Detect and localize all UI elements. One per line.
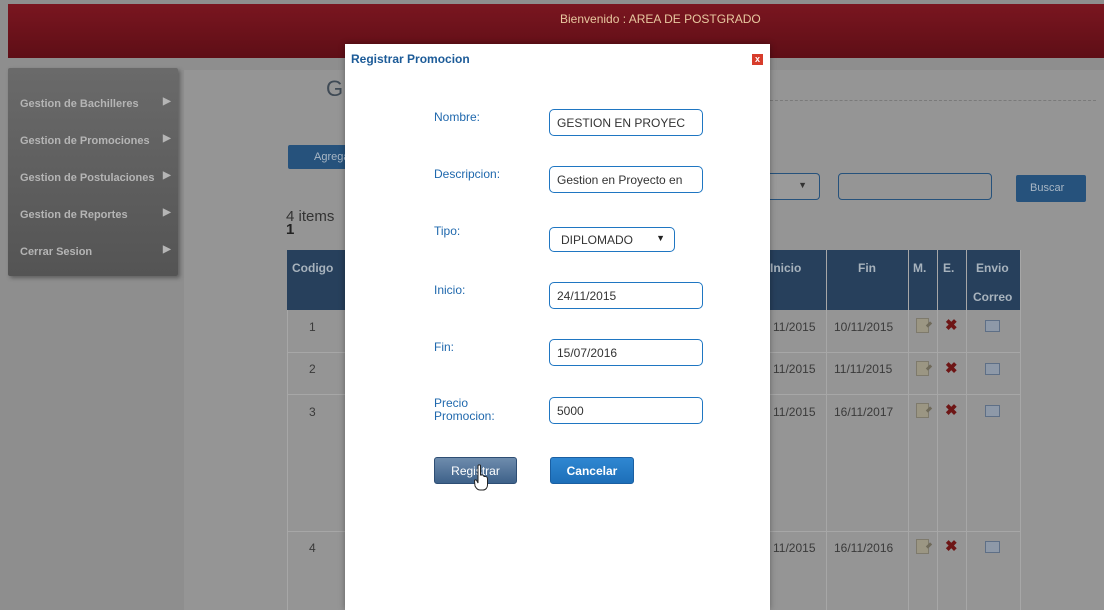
table-row-inicio: 11/2015 xyxy=(773,405,816,419)
caret-down-icon: ▼ xyxy=(798,180,807,190)
delete-icon[interactable]: ✖ xyxy=(945,403,958,418)
sidebar-menu: Gestion de Bachilleres ▶ Gestion de Prom… xyxy=(8,68,178,276)
tipo-label: Tipo: xyxy=(434,224,461,238)
chevron-right-icon: ▶ xyxy=(163,170,171,181)
fin-label: Fin: xyxy=(434,340,455,354)
table-row-inicio: 11/2015 xyxy=(773,362,816,376)
column-header-correo: Correo xyxy=(973,290,1013,304)
table-row-divider xyxy=(770,531,1020,532)
close-icon[interactable]: x xyxy=(752,54,763,65)
delete-icon[interactable]: ✖ xyxy=(945,318,958,333)
sidebar-item-promociones[interactable]: Gestion de Promociones ▶ xyxy=(8,127,178,164)
table-row-divider xyxy=(770,394,1020,395)
edit-icon[interactable] xyxy=(916,539,929,554)
sidebar-item-label: Gestion de Bachilleres xyxy=(20,98,139,110)
precio-label-line2: Promocion: xyxy=(434,409,495,423)
table-col-divider xyxy=(1020,250,1021,610)
fin-date-field[interactable]: 15/07/2016 xyxy=(549,339,703,366)
tipo-select-value: DIPLOMADO xyxy=(561,233,634,247)
column-header-envio: Envio xyxy=(976,261,1009,275)
table-row-fin: 10/11/2015 xyxy=(834,320,894,334)
column-header-m: M. xyxy=(913,261,927,275)
sidebar-item-postulaciones[interactable]: Gestion de Postulaciones ▶ xyxy=(8,164,178,201)
sidebar-item-label: Gestion de Promociones xyxy=(20,135,150,147)
mail-icon[interactable] xyxy=(985,541,1000,553)
search-input[interactable] xyxy=(838,173,992,200)
title-divider xyxy=(770,100,1096,101)
column-header-inicio: Inicio xyxy=(770,261,802,275)
sidebar-item-label: Gestion de Reportes xyxy=(20,209,128,221)
page-title: G xyxy=(326,76,344,101)
search-button[interactable]: Buscar xyxy=(1016,175,1086,202)
chevron-right-icon: ▶ xyxy=(163,133,171,144)
mail-icon[interactable] xyxy=(985,363,1000,375)
table-row-fin: 16/11/2017 xyxy=(834,405,894,419)
caret-down-icon: ▼ xyxy=(656,233,665,243)
table-col-divider xyxy=(287,310,288,610)
descripcion-field[interactable]: Gestion en Proyecto en xyxy=(549,166,703,193)
chevron-right-icon: ▶ xyxy=(163,207,171,218)
precio-field[interactable]: 5000 xyxy=(549,397,703,424)
chevron-right-icon: ▶ xyxy=(163,244,171,255)
column-header-e: E. xyxy=(943,261,955,275)
table-row-divider xyxy=(287,352,345,353)
edit-icon[interactable] xyxy=(916,403,929,418)
descripcion-label: Descripcion: xyxy=(434,167,501,181)
table-header-codigo: Codigo xyxy=(287,250,345,310)
column-header-fin: Fin xyxy=(858,261,876,275)
table-header-right: Inicio Fin M. E. Envio Correo xyxy=(770,250,1020,310)
nombre-field[interactable]: GESTION EN PROYEC xyxy=(549,109,703,136)
table-col-divider xyxy=(937,250,938,610)
hand-cursor-icon xyxy=(474,464,488,491)
chevron-right-icon: ▶ xyxy=(163,96,171,107)
dialog-title: Registrar Promocion xyxy=(351,52,470,66)
table-row-inicio: 11/2015 xyxy=(773,541,816,555)
sidebar-item-cerrar-sesion[interactable]: Cerrar Sesion ▶ xyxy=(8,238,178,275)
table-row-divider xyxy=(287,531,345,532)
sidebar-item-bachilleres[interactable]: Gestion de Bachilleres ▶ xyxy=(8,90,178,127)
cancelar-button[interactable]: Cancelar xyxy=(550,457,634,484)
mail-icon[interactable] xyxy=(985,405,1000,417)
sidebar-item-label: Gestion de Postulaciones xyxy=(20,172,155,184)
table-col-divider xyxy=(908,250,909,610)
register-promotion-dialog: Registrar Promocion x Nombre: GESTION EN… xyxy=(345,44,770,610)
page-number[interactable]: 1 xyxy=(286,221,294,238)
table-row-inicio: 11/2015 xyxy=(773,320,816,334)
table-col-divider xyxy=(966,250,967,610)
sidebar-item-reportes[interactable]: Gestion de Reportes ▶ xyxy=(8,201,178,238)
table-col-divider xyxy=(826,250,827,610)
table-row-divider xyxy=(770,352,1020,353)
filter-select[interactable]: ▼ xyxy=(770,173,820,200)
column-header-codigo: Codigo xyxy=(292,261,334,275)
table-row-divider xyxy=(287,394,345,395)
table-row-codigo: 3 xyxy=(309,405,316,419)
table-row-codigo: 1 xyxy=(309,320,316,334)
welcome-text: Bienvenido : AREA DE POSTGRADO xyxy=(560,12,761,26)
delete-icon[interactable]: ✖ xyxy=(945,361,958,376)
sidebar-item-label: Cerrar Sesion xyxy=(20,246,93,258)
inicio-label: Inicio: xyxy=(434,283,466,297)
table-row-fin: 16/11/2016 xyxy=(834,541,894,555)
delete-icon[interactable]: ✖ xyxy=(945,539,958,554)
edit-icon[interactable] xyxy=(916,361,929,376)
table-row-codigo: 4 xyxy=(309,541,316,555)
edit-icon[interactable] xyxy=(916,318,929,333)
add-promotion-button[interactable]: Agrega xyxy=(288,145,349,169)
inicio-date-field[interactable]: 24/11/2015 xyxy=(549,282,703,309)
table-row-fin: 11/11/2015 xyxy=(834,362,893,376)
mail-icon[interactable] xyxy=(985,320,1000,332)
tipo-select[interactable]: DIPLOMADO ▼ xyxy=(549,227,675,252)
table-row-codigo: 2 xyxy=(309,362,316,376)
nombre-label: Nombre: xyxy=(434,110,481,124)
